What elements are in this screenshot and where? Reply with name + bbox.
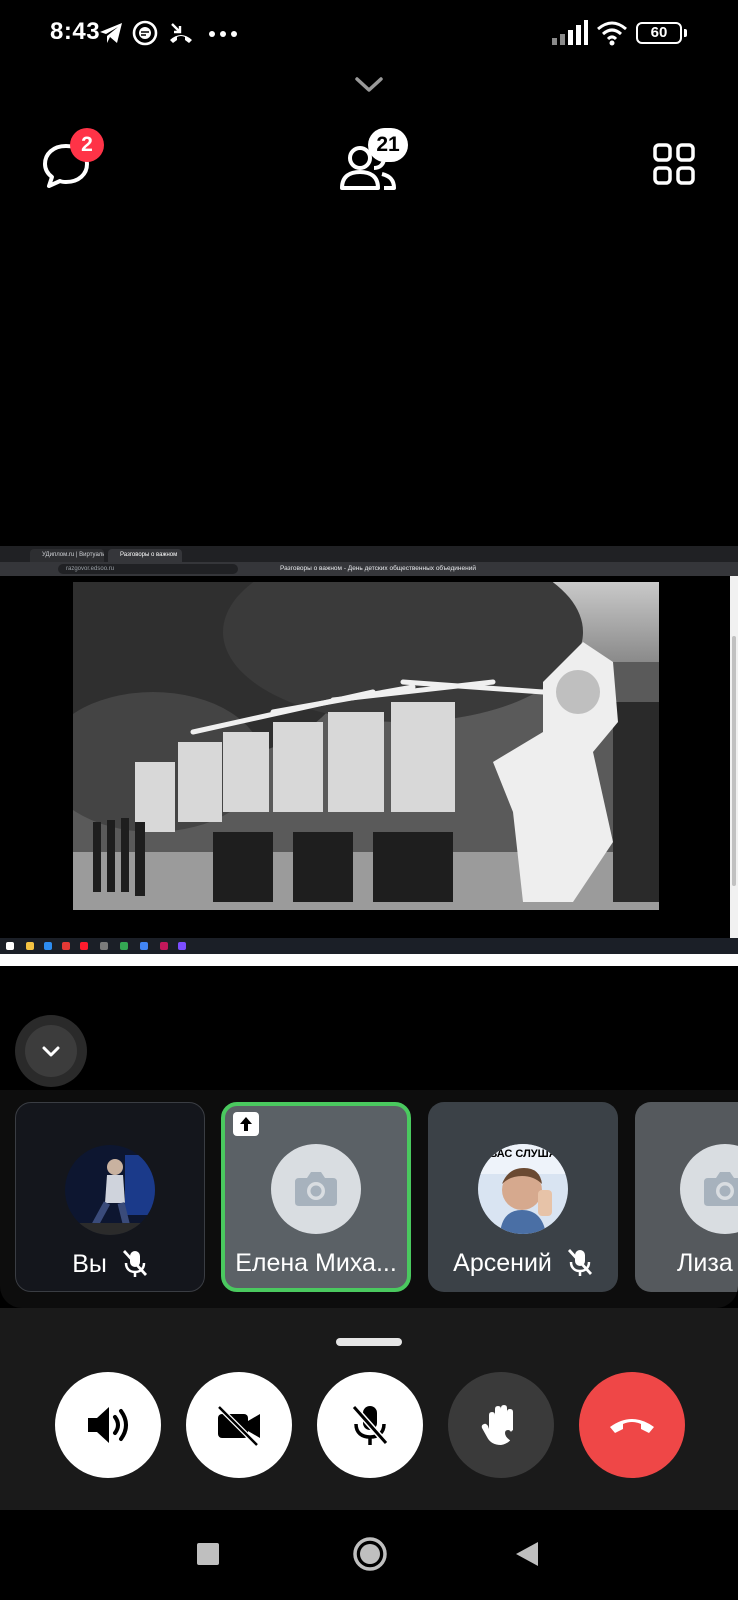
speaker-icon [88,1407,128,1443]
missed-call-icon [170,23,192,43]
participant-tile[interactable]: Лиза [635,1102,738,1292]
participant-tile[interactable]: ВАС СЛУША Арсений [428,1102,618,1292]
back-icon[interactable] [514,1540,540,1568]
participant-tile-speaking[interactable]: Елена Миха... [221,1102,411,1292]
telegram-icon [100,23,122,43]
speaker-button[interactable] [55,1372,161,1478]
video-scene-image [73,582,659,910]
participants-strip[interactable]: Вы Елена Миха... ВАС СЛУША Арсений Лиза [0,1090,738,1308]
shared-video-frame [73,582,659,910]
status-bar: 8:43 60 [0,0,738,66]
yandex-icon [62,942,70,950]
camera-icon [704,1172,738,1206]
participant-name: Лиза [677,1248,733,1277]
windows-start-icon [6,942,14,950]
shared-scrollbar [730,576,738,938]
participant-name: Вы [72,1249,107,1278]
chat-bubble-icon [132,20,158,46]
app-icon [140,942,148,950]
wifi-icon [597,21,627,46]
chat-badge: 2 [70,128,104,162]
shared-screen[interactable]: УДиплом.ru | Виртуальн... Разговоры о ва… [0,546,738,966]
browser-page-title: Разговоры о важном - День детских общест… [280,565,476,572]
chevron-down-icon [42,1046,60,1057]
browser-tab-bar: УДиплом.ru | Виртуальн... Разговоры о ва… [0,546,738,562]
raise-hand-icon [481,1405,517,1445]
browser-tab-active: Разговоры о важном [108,549,182,562]
recent-apps-icon[interactable] [196,1542,220,1566]
avatar [271,1144,361,1234]
avatar-caption: ВАС СЛУША [489,1148,557,1160]
opera-icon [80,942,88,950]
browser-tab: УДиплом.ru | Виртуальн... [30,549,104,562]
app-icon [100,942,108,950]
collapse-participants-button[interactable] [15,1015,87,1087]
signal-icon [552,20,588,45]
chevron-down-icon[interactable] [354,76,384,94]
windows-taskbar [0,938,738,954]
app-icon [160,942,168,950]
arrow-up-icon [240,1117,252,1131]
grid-icon [653,143,695,185]
participant-name: Елена Миха... [235,1248,397,1277]
raise-hand-button[interactable] [448,1372,554,1478]
battery-icon: 60 [636,22,687,44]
screen-share-badge [233,1112,259,1136]
mic-off-button[interactable] [317,1372,423,1478]
participant-name: Арсений [453,1248,552,1277]
end-call-icon [610,1419,654,1433]
edge-icon [44,942,52,950]
app-icon [178,942,186,950]
folder-icon [26,942,34,950]
participants-badge: 21 [368,128,408,162]
chat-button[interactable]: 2 [38,128,104,196]
more-dots-icon [209,31,237,37]
participant-tile-you[interactable]: Вы [15,1102,205,1292]
chrome-icon [120,942,128,950]
camera-off-icon [217,1405,260,1447]
browser-url: razgovor.edsoo.ru [58,564,238,574]
avatar: ВАС СЛУША [478,1144,568,1234]
avatar [65,1145,155,1235]
status-time: 8:43 [50,18,101,45]
avatar [680,1144,738,1234]
camera-icon [295,1172,337,1206]
camera-off-button[interactable] [186,1372,292,1478]
browser-address-bar: razgovor.edsoo.ru Разговоры о важном - Д… [0,562,738,576]
mic-off-icon [122,1250,147,1278]
home-icon[interactable] [352,1536,388,1572]
participants-button[interactable]: 21 [340,128,420,196]
call-controls-panel [0,1308,738,1510]
mic-off-icon [351,1405,389,1445]
android-nav-bar [0,1510,738,1600]
layout-grid-button[interactable] [652,142,696,186]
end-call-button[interactable] [579,1372,685,1478]
drag-handle[interactable] [336,1338,402,1346]
avatar-photo [65,1145,155,1235]
mic-off-icon [567,1249,592,1277]
